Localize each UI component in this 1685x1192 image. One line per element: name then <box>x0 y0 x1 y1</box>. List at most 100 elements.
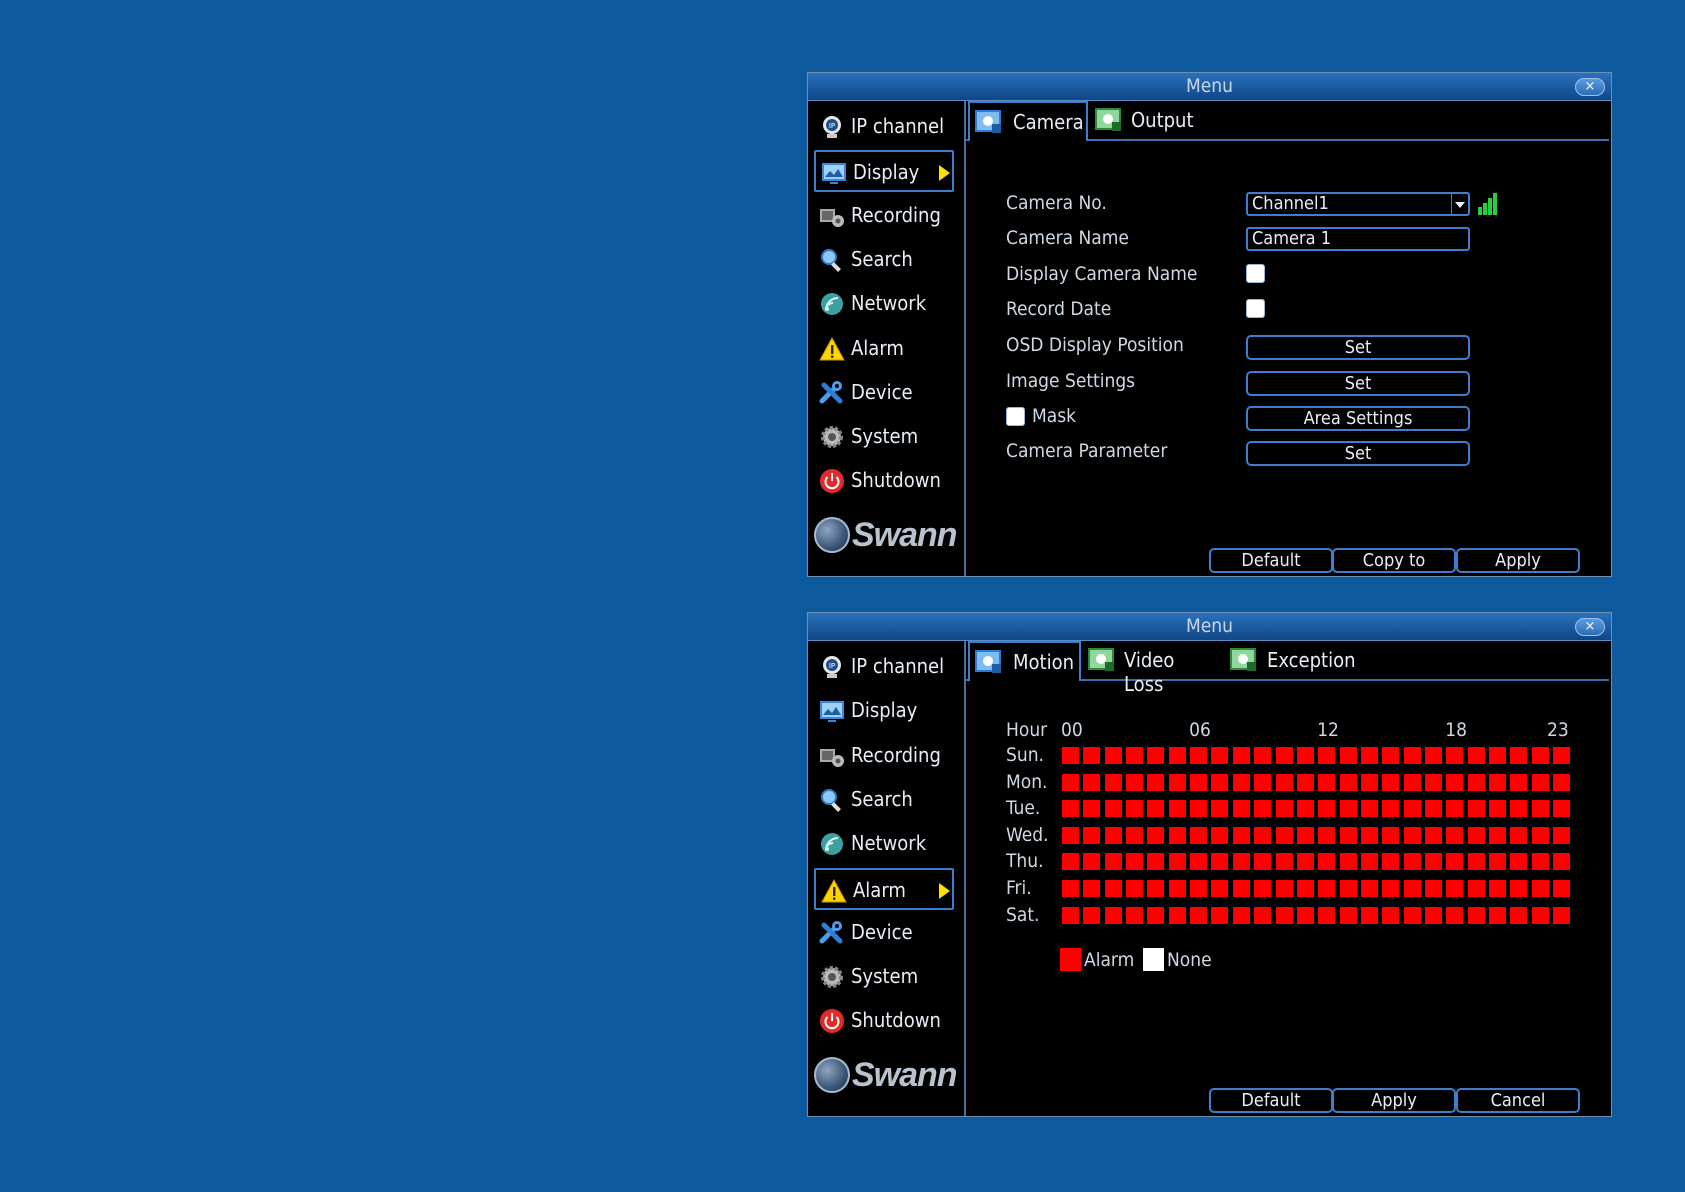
schedule-cell[interactable] <box>1211 880 1229 897</box>
schedule-cell[interactable] <box>1211 747 1229 764</box>
schedule-cell[interactable] <box>1424 747 1442 764</box>
schedule-cell[interactable] <box>1382 906 1400 924</box>
schedule-cell[interactable] <box>1168 880 1186 897</box>
schedule-cell[interactable] <box>1446 880 1464 897</box>
schedule-cell[interactable] <box>1424 906 1442 924</box>
schedule-cell[interactable] <box>1275 853 1293 871</box>
schedule-cell[interactable] <box>1510 853 1528 871</box>
sidebar-item-recording[interactable]: Recording <box>814 195 954 237</box>
schedule-cell[interactable] <box>1318 800 1336 818</box>
schedule-cell[interactable] <box>1403 773 1421 791</box>
schedule-cell[interactable] <box>1147 747 1165 764</box>
schedule-cell[interactable] <box>1232 747 1250 764</box>
schedule-cell[interactable] <box>1360 747 1378 764</box>
schedule-cell[interactable] <box>1232 880 1250 897</box>
cancel-button[interactable]: Cancel <box>1456 1088 1580 1113</box>
schedule-cell[interactable] <box>1531 773 1549 791</box>
schedule-cell[interactable] <box>1510 880 1528 897</box>
schedule-cell[interactable] <box>1382 853 1400 871</box>
schedule-cell[interactable] <box>1126 853 1144 871</box>
sidebar-item-shutdown[interactable]: Shutdown <box>814 460 954 502</box>
schedule-cell[interactable] <box>1489 800 1506 818</box>
schedule-cell[interactable] <box>1083 880 1101 897</box>
schedule-cell[interactable] <box>1553 826 1571 844</box>
schedule-cell[interactable] <box>1339 826 1357 844</box>
tab-exception[interactable]: Exception <box>1225 641 1356 679</box>
schedule-cell[interactable] <box>1254 800 1272 818</box>
schedule-cell[interactable] <box>1510 773 1528 791</box>
schedule-cell[interactable] <box>1062 853 1079 871</box>
schedule-cell[interactable] <box>1104 826 1122 844</box>
default-button[interactable]: Default <box>1209 1088 1333 1113</box>
schedule-cell[interactable] <box>1318 880 1336 897</box>
schedule-cell[interactable] <box>1168 906 1186 924</box>
schedule-cell[interactable] <box>1403 826 1421 844</box>
schedule-cell[interactable] <box>1083 906 1101 924</box>
schedule-cell[interactable] <box>1553 773 1571 791</box>
camera-name-input[interactable]: Camera 1 <box>1246 227 1470 251</box>
sidebar-item-search[interactable]: Search <box>814 779 954 821</box>
schedule-cell[interactable] <box>1211 773 1229 791</box>
schedule-cell[interactable] <box>1104 906 1122 924</box>
schedule-cell[interactable] <box>1062 826 1079 844</box>
camera-no-select[interactable]: Channel1 <box>1246 192 1470 216</box>
schedule-cell[interactable] <box>1403 880 1421 897</box>
sidebar-item-ip-channel[interactable]: IP IP channel <box>814 646 954 688</box>
schedule-cell[interactable] <box>1211 853 1229 871</box>
schedule-cell[interactable] <box>1232 853 1250 871</box>
schedule-cell[interactable] <box>1168 853 1186 871</box>
schedule-cell[interactable] <box>1190 906 1208 924</box>
sidebar-item-device[interactable]: Device <box>814 372 954 414</box>
schedule-cell[interactable] <box>1382 826 1400 844</box>
schedule-cell[interactable] <box>1510 906 1528 924</box>
schedule-cell[interactable] <box>1446 906 1464 924</box>
schedule-cell[interactable] <box>1403 747 1421 764</box>
schedule-cell[interactable] <box>1339 906 1357 924</box>
schedule-cell[interactable] <box>1339 853 1357 871</box>
schedule-cell[interactable] <box>1275 906 1293 924</box>
schedule-cell[interactable] <box>1360 800 1378 818</box>
schedule-cell[interactable] <box>1083 773 1101 791</box>
image-set-button[interactable]: Set <box>1246 371 1470 396</box>
schedule-cell[interactable] <box>1382 800 1400 818</box>
schedule-cell[interactable] <box>1126 880 1144 897</box>
schedule-cell[interactable] <box>1467 880 1485 897</box>
schedule-cell[interactable] <box>1510 800 1528 818</box>
schedule-cell[interactable] <box>1553 906 1571 924</box>
schedule-cell[interactable] <box>1104 853 1122 871</box>
schedule-cell[interactable] <box>1339 800 1357 818</box>
sidebar-item-system[interactable]: System <box>814 956 954 998</box>
schedule-cell[interactable] <box>1211 800 1229 818</box>
schedule-cell[interactable] <box>1510 826 1528 844</box>
schedule-cell[interactable] <box>1531 747 1549 764</box>
chevron-down-icon[interactable] <box>1451 194 1468 214</box>
sidebar-item-search[interactable]: Search <box>814 239 954 281</box>
schedule-cell[interactable] <box>1318 906 1336 924</box>
schedule-cell[interactable] <box>1126 826 1144 844</box>
schedule-cell[interactable] <box>1339 773 1357 791</box>
sidebar-item-system[interactable]: System <box>814 416 954 458</box>
schedule-cell[interactable] <box>1510 747 1528 764</box>
schedule-cell[interactable] <box>1126 773 1144 791</box>
schedule-cell[interactable] <box>1168 747 1186 764</box>
schedule-cell[interactable] <box>1147 880 1165 897</box>
schedule-cell[interactable] <box>1211 906 1229 924</box>
schedule-cell[interactable] <box>1403 906 1421 924</box>
schedule-cell[interactable] <box>1190 853 1208 871</box>
schedule-cell[interactable] <box>1104 747 1122 764</box>
schedule-cell[interactable] <box>1318 747 1336 764</box>
schedule-cell[interactable] <box>1083 800 1101 818</box>
schedule-cell[interactable] <box>1126 747 1144 764</box>
mask-checkbox[interactable] <box>1006 407 1025 426</box>
schedule-cell[interactable] <box>1232 800 1250 818</box>
schedule-cell[interactable] <box>1147 773 1165 791</box>
schedule-cell[interactable] <box>1190 826 1208 844</box>
schedule-cell[interactable] <box>1190 880 1208 897</box>
tab-video-loss[interactable]: Video Loss <box>1083 641 1217 696</box>
schedule-cell[interactable] <box>1147 853 1165 871</box>
schedule-cell[interactable] <box>1104 880 1122 897</box>
schedule-cell[interactable] <box>1318 826 1336 844</box>
schedule-cell[interactable] <box>1360 880 1378 897</box>
schedule-cell[interactable] <box>1275 773 1293 791</box>
sidebar-item-alarm[interactable]: Alarm <box>814 328 954 370</box>
